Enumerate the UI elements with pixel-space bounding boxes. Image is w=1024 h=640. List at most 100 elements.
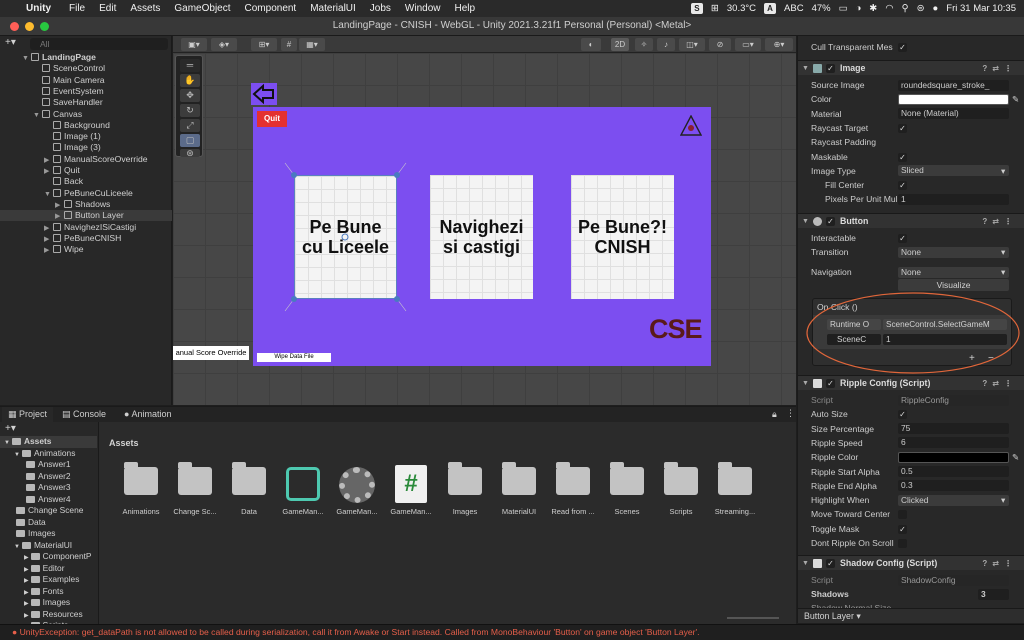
menu-materialui[interactable]: MaterialUI [310,3,356,14]
tree-arrow-icon[interactable]: ▼ [14,452,20,458]
hierarchy-item[interactable]: ▶ Wipe [0,244,172,255]
hierarchy-item[interactable]: Back [0,176,172,187]
back-arrow-icon[interactable] [251,83,277,105]
hierarchy-search[interactable]: All [30,38,168,50]
hierarchy-item[interactable]: ▶ Button Layer [0,210,172,222]
transform-tool-dropdown[interactable]: ▣▾ [181,38,207,51]
asset-item[interactable]: GameMan... [329,467,385,516]
ripple-checkbox[interactable]: ✓ [898,524,907,534]
folder-tree-item[interactable]: ▶ Editor [0,563,97,575]
effects-dropdown[interactable]: ◫▾ [679,38,705,51]
ripple-field[interactable]: 75 [898,423,1009,435]
scale-tool-icon[interactable]: ⤢ [180,119,200,132]
manual-score-override-button[interactable]: anual Score Override [173,346,249,360]
folder-tree-item[interactable]: Answer2 [0,471,97,483]
ripple-menu-icon[interactable]: ?⇄⋮ [982,376,1017,391]
ripple-checkbox[interactable] [898,510,907,520]
grid-dropdown[interactable]: ▦▾ [299,38,325,51]
hierarchy-item[interactable]: EventSystem [0,86,172,97]
hierarchy-item[interactable]: SaveHandler [0,97,172,108]
shadow-menu-icon[interactable]: ?⇄⋮ [982,556,1017,571]
ripple-color-field[interactable] [898,451,1009,463]
hierarchy-item[interactable]: ▶ Shadows [0,199,172,210]
add-icon[interactable]: +▾ [5,37,16,48]
image-field[interactable]: None (Material) [898,108,1009,120]
folder-tree-item[interactable]: Data [0,517,97,529]
button-field[interactable]: None [898,246,1009,258]
asset-item[interactable]: Scenes [599,462,655,516]
folder-tree-item[interactable]: Answer1 [0,459,97,471]
folder-tree-item[interactable]: ▶ ComponentP [0,551,97,563]
hand-tool-icon[interactable]: ✋ [180,74,200,87]
shadow-enabled-checkbox[interactable]: ✓ [826,559,835,568]
tab-animation[interactable]: ● Animation [118,407,177,422]
folder-tree-item[interactable]: Answer4 [0,494,97,506]
asset-item[interactable]: # GameMan... [383,465,439,516]
expand-arrow-icon[interactable]: ▶ [44,245,53,256]
tree-arrow-icon[interactable]: ▼ [14,544,20,550]
tree-arrow-icon[interactable]: ▶ [24,578,29,584]
folder-tree-item[interactable]: ▶ Images [0,597,97,609]
search-icon[interactable]: ⚲ [902,3,909,14]
bluetooth-icon[interactable]: ✱ [869,3,877,14]
mode-2d-button[interactable]: 2D [611,38,629,51]
tab-project[interactable]: ▦ Project [2,407,54,422]
menu-help[interactable]: Help [455,3,476,14]
folder-tree-item[interactable]: ▼ Assets [0,436,97,448]
folder-tree-item[interactable]: Images [0,528,97,540]
wipe-data-button[interactable]: Wipe Data File [257,353,331,362]
hierarchy-item[interactable]: ▶ ManualScoreOverride [0,154,172,165]
siri-icon[interactable]: ● [933,3,939,14]
menu-gameobject[interactable]: GameObject [174,3,230,14]
panel-menu-icon[interactable]: ⋮ [786,408,795,419]
asset-item[interactable]: Images [437,462,493,516]
menu-file[interactable]: File [69,3,85,14]
menu-edit[interactable]: Edit [99,3,116,14]
menu-component[interactable]: Component [245,3,297,14]
game-canvas[interactable]: Quit Pe Bune cu Liceele Navighezi si cas… [253,107,711,366]
menu-window[interactable]: Window [405,3,441,14]
image-field[interactable]: 1 [898,193,1009,205]
switch-icon[interactable]: ⊜ [917,3,925,14]
hierarchy-item[interactable]: Image (3) [0,142,172,153]
temperature-text[interactable]: 30.3°C [727,3,756,14]
eyedropper-icon[interactable]: ✎ [1012,92,1019,106]
ripple-field[interactable]: 0.5 [898,466,1009,477]
rotate-tool-icon[interactable]: ↻ [180,104,200,117]
hierarchy-item[interactable]: ▶ Quit [0,165,172,176]
folder-tree-item[interactable]: Change Scene [0,505,97,517]
folder-tree-item[interactable]: ▶ Fonts [0,586,97,598]
hierarchy-item[interactable]: Main Camera [0,75,172,86]
hierarchy-item[interactable]: Image (1) [0,131,172,142]
button-checkbox[interactable]: ✓ [898,234,907,243]
image-component-header[interactable]: ▼ ✓ Image ?⇄⋮ [798,60,1024,75]
asset-item[interactable]: Data [221,462,277,516]
cull-checkbox[interactable]: ✓ [898,43,907,52]
hierarchy-item[interactable]: ▶ NavighezISiCastigi [0,222,172,233]
control-center-icon[interactable]: ◑ [856,3,862,14]
hierarchy-item[interactable]: Background [0,120,172,131]
asset-item[interactable]: GameMan... [275,467,331,516]
ripple-field[interactable]: Clicked [898,494,1009,506]
input-a-icon[interactable]: A [764,3,777,14]
hierarchy-item[interactable]: ▼ LandingPage [0,52,172,63]
ripple-field[interactable]: 6 [898,437,1009,449]
asset-item[interactable]: Change Sc... [167,462,223,516]
folder-tree-item[interactable]: ▼ MaterialUI [0,540,97,552]
tool-handle[interactable]: ═ [180,59,200,72]
visibility-icon[interactable]: ⊘ [709,38,731,51]
ripple-config-header[interactable]: ▼ ✓ Ripple Config (Script) ?⇄⋮ [798,375,1024,390]
folder-tree-item[interactable]: Answer3 [0,482,97,494]
ripple-checkbox[interactable] [898,539,907,548]
grid-toggle[interactable]: # [281,38,297,51]
wifi-icon[interactable]: ◠ [885,3,893,14]
asset-item[interactable]: Streaming... [707,462,763,516]
app-menu[interactable]: Unity [26,3,51,14]
inspector-footer[interactable]: Button Layer ▾ [798,608,1024,623]
move-tool-icon[interactable]: ✥ [180,89,200,102]
lock-icon[interactable]: 🔒︎ [772,409,777,420]
shading-dropdown[interactable]: ◐ [581,38,601,51]
status-bar-error[interactable]: ● UnityException: get_dataPath is not al… [0,624,1024,640]
snap-dropdown[interactable]: ⊞▾ [251,38,277,51]
shadows-field[interactable]: 3 [978,588,1009,600]
